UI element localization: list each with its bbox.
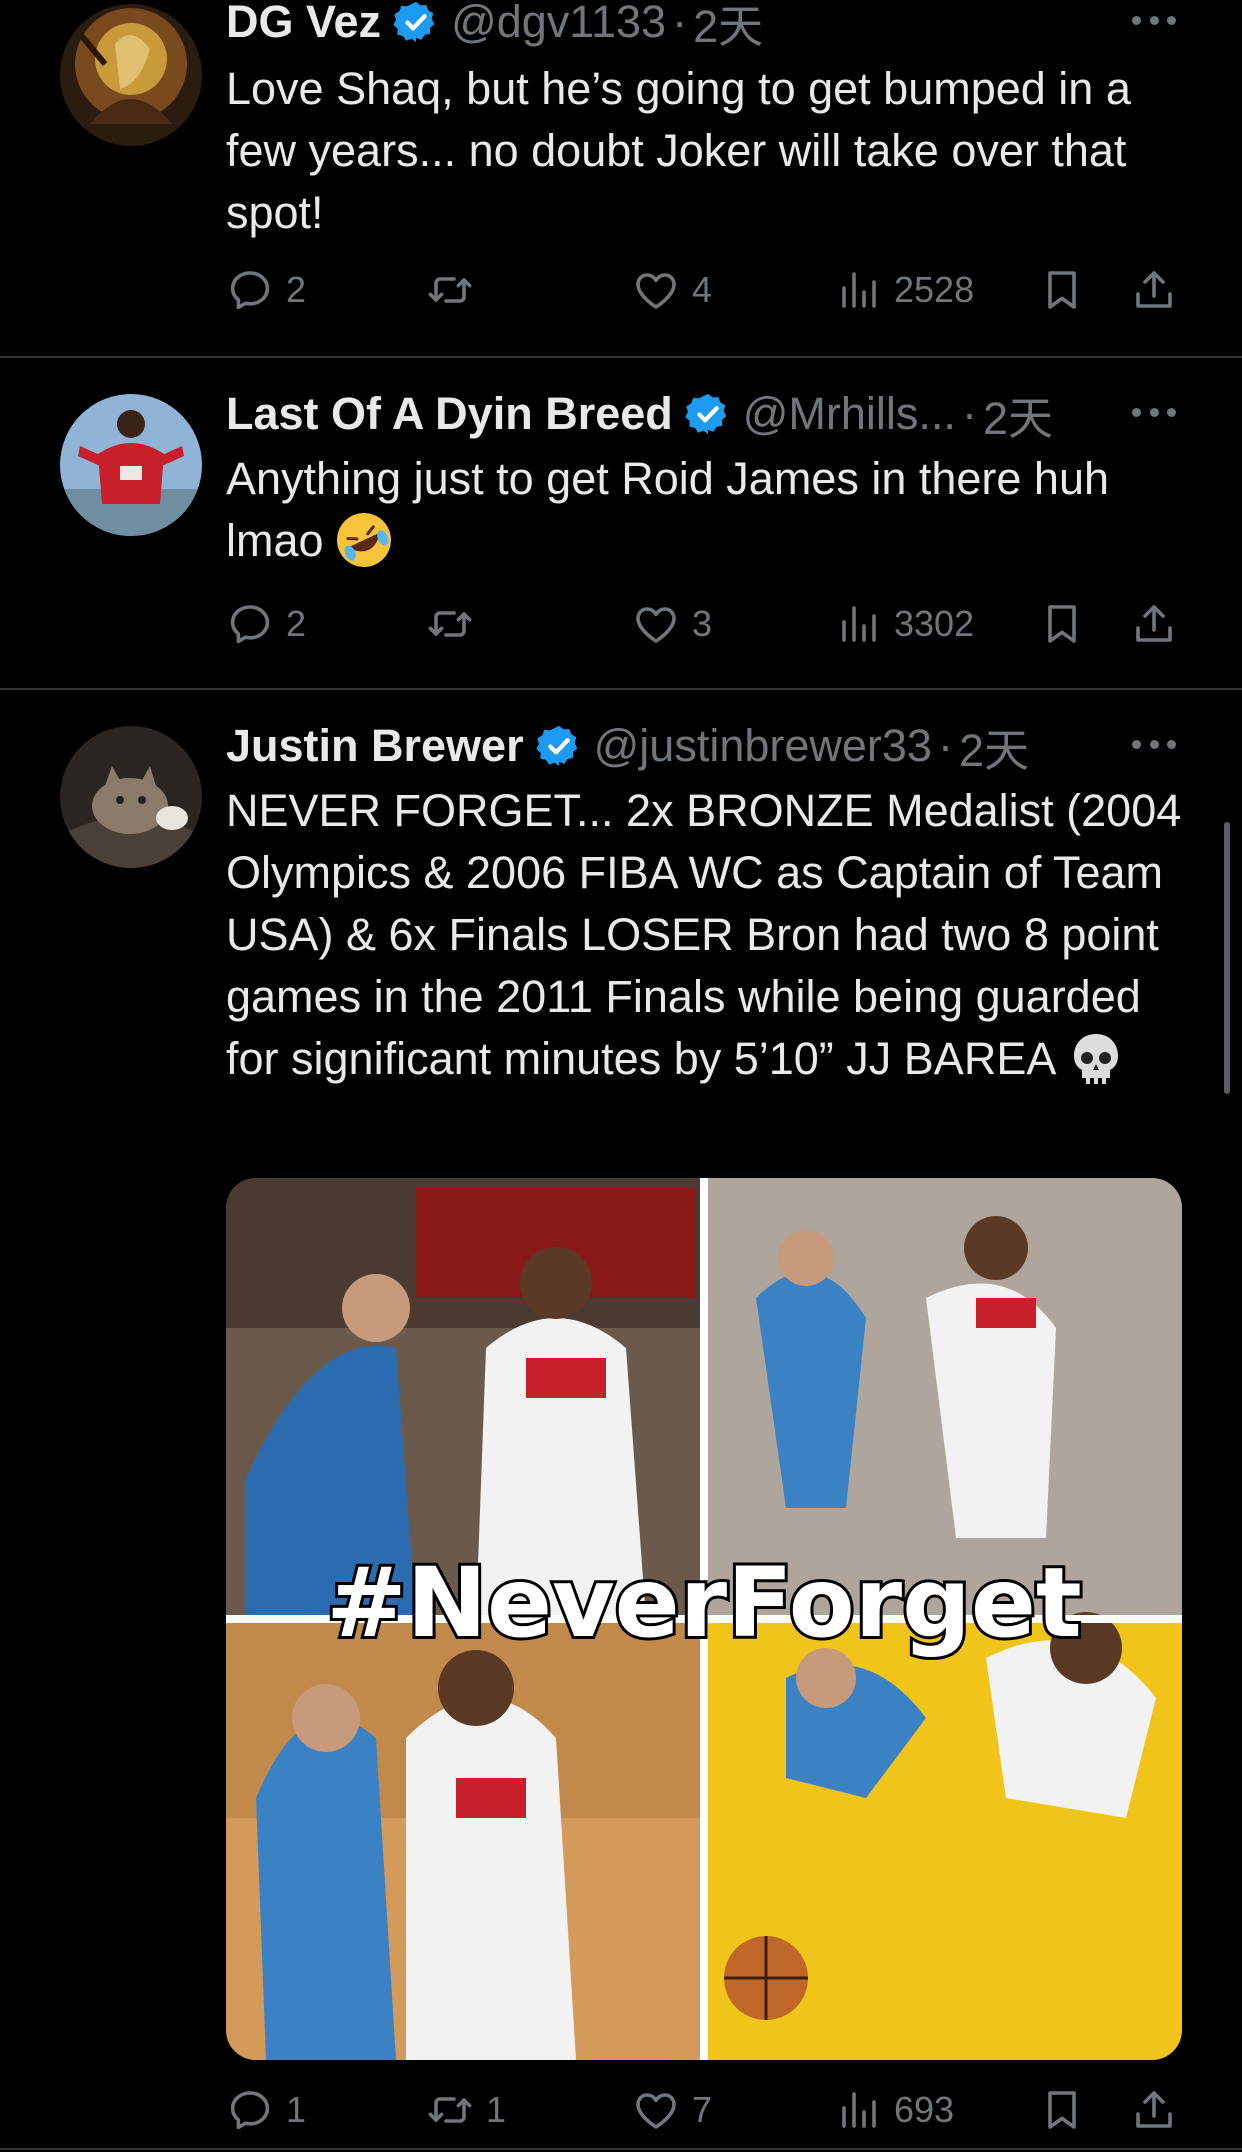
action-bar: 2 3 3302	[226, 594, 1186, 654]
separator-dot: ·	[961, 388, 977, 439]
share-icon	[1130, 600, 1178, 648]
timestamp[interactable]: 2天	[693, 0, 763, 55]
share-icon	[1130, 2086, 1178, 2134]
never-forget-collage: #NeverForget	[226, 1178, 1182, 2060]
tweet-text: Anything just to get Roid James in there…	[226, 448, 1186, 572]
views-icon	[834, 266, 882, 314]
separator-dot: ·	[937, 720, 953, 771]
share-button[interactable]	[1130, 260, 1178, 320]
like-count: 3	[692, 603, 713, 644]
display-name[interactable]: Last Of A Dyin Breed	[226, 388, 673, 440]
reply-icon	[226, 2086, 274, 2134]
tweet-text: Love Shaq, but he’s going to get bumped …	[226, 63, 1131, 238]
scrollbar[interactable]	[1224, 822, 1230, 1094]
like-button[interactable]: 7	[632, 2080, 712, 2140]
reply-icon	[226, 600, 274, 648]
like-icon	[632, 600, 680, 648]
tweet-header: Last Of A Dyin Breed @Mrhills... · 2天	[226, 384, 1053, 444]
timestamp[interactable]: 2天	[983, 382, 1053, 447]
like-icon	[632, 266, 680, 314]
handle[interactable]: @Mrhills...	[743, 388, 956, 440]
verified-badge-icon	[536, 723, 582, 769]
reply-button[interactable]: 1	[226, 2080, 306, 2140]
retweet-button[interactable]	[426, 260, 486, 320]
share-button[interactable]	[1130, 594, 1178, 654]
timestamp[interactable]: 2天	[959, 714, 1029, 779]
reply-button[interactable]: 2	[226, 260, 306, 320]
views-icon	[834, 600, 882, 648]
like-button[interactable]: 3	[632, 594, 712, 654]
view-count: 693	[894, 2089, 955, 2130]
bookmark-icon	[1038, 266, 1086, 314]
tweet-media-image[interactable]: #NeverForget	[226, 1178, 1182, 2060]
retweet-icon	[426, 266, 474, 314]
avatar[interactable]	[60, 726, 202, 868]
retweet-icon	[426, 2086, 474, 2134]
reply-count: 2	[286, 269, 307, 310]
view-count: 3302	[894, 603, 975, 644]
rolling-on-floor-laughing-emoji	[336, 513, 391, 567]
reply-icon	[226, 266, 274, 314]
more-icon[interactable]	[1132, 408, 1176, 420]
display-name[interactable]: DG Vez	[226, 0, 381, 48]
avatar[interactable]	[60, 4, 202, 146]
divider	[0, 2148, 1242, 2150]
tweet-text: NEVER FORGET... 2x BRONZE Medalist (2004…	[226, 780, 1186, 1090]
share-icon	[1130, 266, 1178, 314]
avatar-image	[60, 726, 202, 868]
reply-button[interactable]: 2	[226, 594, 306, 654]
skull-emoji	[1074, 1034, 1119, 1084]
tweet-header: DG Vez @dgv1133 · 2天	[226, 0, 763, 52]
retweet-button[interactable]	[426, 594, 486, 654]
view-count: 2528	[894, 269, 975, 310]
views-button[interactable]: 3302	[834, 594, 974, 654]
views-button[interactable]: 2528	[834, 260, 974, 320]
views-icon	[834, 2086, 882, 2134]
bookmark-icon	[1038, 600, 1086, 648]
like-button[interactable]: 4	[632, 260, 712, 320]
image-caption: #NeverForget	[326, 1547, 1082, 1659]
display-name[interactable]: Justin Brewer	[226, 720, 524, 772]
handle[interactable]: @dgv1133	[451, 0, 666, 48]
retweet-icon	[426, 600, 474, 648]
tweet-text-content: NEVER FORGET... 2x BRONZE Medalist (2004…	[226, 785, 1182, 1084]
like-count: 7	[692, 2089, 713, 2130]
more-icon[interactable]	[1132, 16, 1176, 28]
verified-badge-icon	[393, 0, 439, 45]
retweet-count: 1	[486, 2089, 507, 2130]
action-bar: 2 4 2528	[226, 260, 1186, 320]
reply-count: 1	[286, 2089, 307, 2130]
avatar[interactable]	[60, 394, 202, 536]
views-button[interactable]: 693	[834, 2080, 954, 2140]
divider	[0, 688, 1242, 690]
bookmark-icon	[1038, 2086, 1086, 2134]
handle[interactable]: @justinbrewer33	[594, 720, 932, 772]
avatar-image	[60, 394, 202, 536]
share-button[interactable]	[1130, 2080, 1178, 2140]
divider	[0, 356, 1242, 358]
bookmark-button[interactable]	[1038, 2080, 1086, 2140]
action-bar: 1 1 7 693	[226, 2080, 1186, 2140]
tweet-header: Justin Brewer @justinbrewer33 · 2天	[226, 716, 1029, 776]
retweet-button[interactable]: 1	[426, 2080, 506, 2140]
bookmark-button[interactable]	[1038, 594, 1086, 654]
separator-dot: ·	[672, 0, 688, 47]
avatar-image	[60, 4, 202, 146]
like-count: 4	[692, 269, 713, 310]
bookmark-button[interactable]	[1038, 260, 1086, 320]
verified-badge-icon	[685, 391, 731, 437]
more-icon[interactable]	[1132, 740, 1176, 752]
reply-count: 2	[286, 603, 307, 644]
like-icon	[632, 2086, 680, 2134]
